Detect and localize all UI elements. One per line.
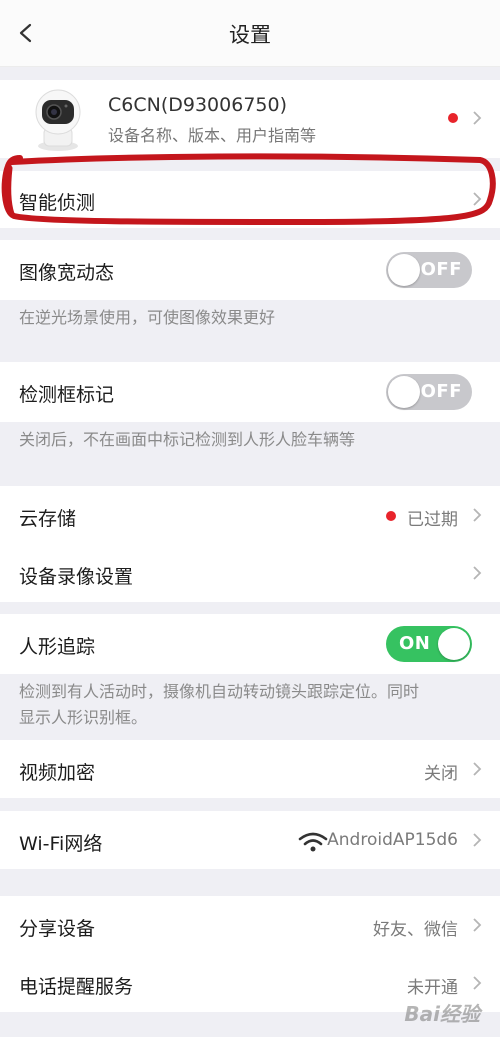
cloud-storage-status: 已过期	[407, 510, 458, 530]
device-subtitle: 设备名称、版本、用户指南等	[108, 126, 317, 145]
wdr-row: 图像宽动态 OFF	[0, 240, 500, 300]
phone-alert-value: 未开通	[407, 978, 458, 998]
share-device-label: 分享设备	[19, 918, 96, 940]
device-info-row[interactable]: C6CN(D93006750) 设备名称、版本、用户指南等	[0, 80, 500, 158]
toggle-state: ON	[399, 633, 431, 654]
detect-box-label: 检测框标记	[19, 384, 115, 406]
wdr-description: 在逆光场景使用，可使图像效果更好	[19, 308, 276, 327]
recording-settings-row[interactable]: 设备录像设置	[0, 544, 500, 602]
expired-dot	[386, 511, 396, 521]
video-encryption-label: 视频加密	[19, 762, 96, 784]
wifi-label: Wi-Fi网络	[19, 833, 103, 855]
update-dot	[448, 113, 458, 123]
device-name: C6CN(D93006750)	[108, 94, 287, 116]
chevron-right-icon	[473, 976, 482, 990]
tracking-toggle[interactable]: ON	[386, 626, 472, 662]
video-encryption-row[interactable]: 视频加密 关闭	[0, 740, 500, 798]
wdr-toggle[interactable]: OFF	[386, 252, 472, 288]
wifi-icon	[298, 832, 328, 852]
annotation-highlight	[1, 153, 496, 226]
chevron-right-icon	[473, 762, 482, 776]
chevron-right-icon	[473, 918, 482, 932]
cloud-storage-row[interactable]: 云存储 已过期	[0, 486, 500, 544]
share-device-value: 好友、微信	[373, 920, 458, 940]
chevron-right-icon	[473, 833, 482, 847]
nav-header: 设置	[0, 0, 500, 67]
chevron-right-icon	[473, 508, 482, 522]
detect-box-description: 关闭后，不在画面中标记检测到人形人脸车辆等	[19, 430, 356, 449]
wifi-row[interactable]: Wi-Fi网络 AndroidAP15d6	[0, 811, 500, 869]
chevron-right-icon	[473, 111, 482, 125]
toggle-knob	[388, 254, 420, 286]
wdr-label: 图像宽动态	[19, 262, 115, 284]
detect-box-toggle[interactable]: OFF	[386, 374, 472, 410]
camera-thumbnail	[35, 89, 81, 151]
phone-alert-label: 电话提醒服务	[19, 976, 134, 998]
tracking-label: 人形追踪	[19, 636, 96, 658]
share-device-row[interactable]: 分享设备 好友、微信	[0, 896, 500, 954]
wifi-ssid: AndroidAP15d6	[327, 830, 458, 850]
share-group: 分享设备 好友、微信 电话提醒服务 未开通	[0, 896, 500, 1012]
tracking-row: 人形追踪 ON	[0, 614, 500, 674]
video-encryption-value: 关闭	[424, 764, 458, 784]
toggle-knob	[388, 376, 420, 408]
tracking-description-2: 显示人形识别框。	[19, 708, 148, 727]
detect-box-row: 检测框标记 OFF	[0, 362, 500, 422]
chevron-right-icon	[473, 566, 482, 580]
toggle-state: OFF	[420, 381, 462, 402]
recording-settings-label: 设备录像设置	[19, 566, 134, 588]
cloud-storage-label: 云存储	[19, 508, 77, 530]
tracking-description-1: 检测到有人活动时，摄像机自动转动镜头跟踪定位。同时	[19, 682, 420, 701]
storage-group: 云存储 已过期 设备录像设置	[0, 486, 500, 602]
watermark: Bai经验	[404, 1002, 480, 1026]
page-title: 设置	[229, 23, 271, 47]
toggle-state: OFF	[420, 259, 462, 280]
toggle-knob	[438, 628, 470, 660]
